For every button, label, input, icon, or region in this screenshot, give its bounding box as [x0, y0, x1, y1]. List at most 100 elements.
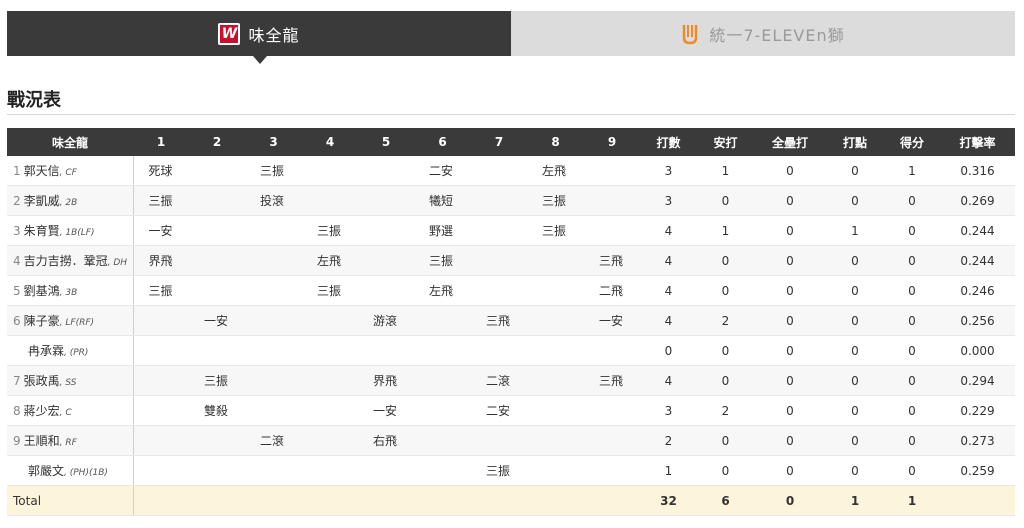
stat-cell: 0.246 — [940, 275, 1015, 306]
inning-result — [245, 365, 302, 396]
stat-cell: 0 — [884, 275, 940, 306]
stat-cell: 0 — [754, 425, 826, 456]
header-stat: 得分 — [884, 128, 940, 156]
inning-result — [527, 245, 584, 276]
inning-result — [584, 185, 640, 216]
inning-result — [302, 395, 358, 426]
player-name[interactable]: 李凱威 — [24, 194, 60, 208]
player-cell: 9 王順和, RF — [7, 425, 134, 456]
inning-result — [245, 245, 302, 276]
stat-cell: 3 — [640, 156, 697, 186]
batting-order: 9 — [13, 434, 21, 448]
player-cell: 1 郭天信, CF — [7, 156, 134, 186]
player-cell: 7 張政禹, SS — [7, 365, 134, 396]
stat-cell: 0.229 — [940, 395, 1015, 426]
stat-cell: 0 — [884, 455, 940, 486]
player-name[interactable]: 郭嚴文 — [28, 464, 64, 478]
inning-result — [584, 156, 640, 186]
header-team: 味全龍 — [7, 128, 133, 156]
stat-cell: 0 — [754, 305, 826, 336]
stat-cell: 0 — [826, 365, 884, 396]
inning-result — [471, 215, 527, 246]
inning-result: 左飛 — [527, 156, 584, 186]
header-stat: 全壘打 — [754, 128, 826, 156]
total-inning-cell — [302, 485, 358, 516]
inning-result — [245, 305, 302, 336]
inning-result — [189, 455, 245, 486]
total-row: Total 32 6 0 1 1 — [7, 485, 1015, 516]
batting-order: 2 — [13, 194, 21, 208]
inning-result — [414, 455, 471, 486]
stat-cell: 0 — [884, 305, 940, 336]
table-row: 8 蔣少宏, C 雙殺 一安 二安 3 2 0 0 0 0.229 — [7, 395, 1015, 426]
batting-order: 6 — [13, 314, 21, 328]
inning-result — [189, 335, 245, 366]
batting-order: 1 — [13, 164, 21, 178]
inning-result — [471, 156, 527, 186]
uni-lions-logo-icon — [683, 24, 698, 44]
inning-result — [584, 425, 640, 456]
inning-result: 三振 — [527, 185, 584, 216]
player-name[interactable]: 張政禹 — [24, 374, 60, 388]
player-position: , RF — [59, 438, 77, 448]
player-name[interactable]: 冉承霖 — [28, 344, 64, 358]
inning-result — [302, 335, 358, 366]
inning-result: 一安 — [358, 395, 414, 426]
inning-result — [189, 156, 245, 186]
stat-cell: 0 — [697, 365, 754, 396]
player-name[interactable]: 王順和 — [24, 434, 60, 448]
total-stat: 6 — [697, 485, 754, 516]
inning-result: 三振 — [414, 245, 471, 276]
inning-result — [358, 245, 414, 276]
header-inning-9: 9 — [584, 128, 640, 156]
inning-result — [189, 425, 245, 456]
inning-result — [245, 215, 302, 246]
player-name[interactable]: 劉基鴻 — [24, 284, 60, 298]
tab-uni-lions[interactable]: 統一7-ELEVEn獅 — [511, 11, 1015, 56]
stat-cell: 0 — [884, 395, 940, 426]
stat-cell: 1 — [640, 455, 697, 486]
player-name[interactable]: 陳子豪 — [24, 314, 60, 328]
player-name[interactable]: 朱育賢 — [24, 224, 60, 238]
stat-cell: 0 — [754, 335, 826, 366]
player-name[interactable]: 郭天信 — [24, 164, 60, 178]
total-inning-cell — [414, 485, 471, 516]
inning-result: 三飛 — [471, 305, 527, 336]
stat-cell: 0.000 — [940, 335, 1015, 366]
player-cell: 2 李凱威, 2B — [7, 185, 134, 216]
stat-cell: 0 — [884, 215, 940, 246]
player-cell: 郭嚴文, (PH)(1B) — [7, 455, 134, 486]
section-title: 戰況表 — [7, 90, 61, 111]
stat-cell: 4 — [640, 275, 697, 306]
stat-cell: 0 — [754, 156, 826, 186]
inning-result — [471, 245, 527, 276]
stat-cell: 0.259 — [940, 455, 1015, 486]
stat-cell: 0 — [697, 275, 754, 306]
inning-result: 二安 — [471, 395, 527, 426]
player-cell: 5 劉基鴻, 3B — [7, 275, 134, 306]
tab-wei-chuan-dragons[interactable]: W 味全龍 — [7, 11, 511, 64]
inning-result — [302, 305, 358, 336]
stat-cell: 0 — [884, 245, 940, 276]
stat-cell: 0 — [697, 455, 754, 486]
stat-cell: 0 — [884, 365, 940, 396]
team-tabs: W 味全龍 統一7-ELEVEn獅 — [7, 11, 1015, 64]
inning-result — [358, 156, 414, 186]
inning-result: 二滾 — [471, 365, 527, 396]
stat-cell: 0 — [697, 425, 754, 456]
stat-cell: 0 — [754, 395, 826, 426]
wei-chuan-dragons-logo-icon: W — [218, 22, 241, 45]
stat-cell: 4 — [640, 365, 697, 396]
inning-result: 三振 — [302, 215, 358, 246]
table-row: 冉承霖, (PR) 0 0 0 0 0 0.000 — [7, 335, 1015, 366]
inning-result: 犧短 — [414, 185, 471, 216]
total-stat — [940, 485, 1015, 516]
player-name[interactable]: 蔣少宏 — [24, 404, 60, 418]
inning-result — [133, 425, 189, 456]
stat-cell: 1 — [884, 156, 940, 186]
stat-cell: 1 — [697, 156, 754, 186]
player-name[interactable]: 吉力吉撈．鞏冠 — [24, 254, 108, 268]
player-position: , 1B(LF) — [59, 228, 95, 238]
stat-cell: 0 — [884, 335, 940, 366]
inning-result: 投滾 — [245, 185, 302, 216]
